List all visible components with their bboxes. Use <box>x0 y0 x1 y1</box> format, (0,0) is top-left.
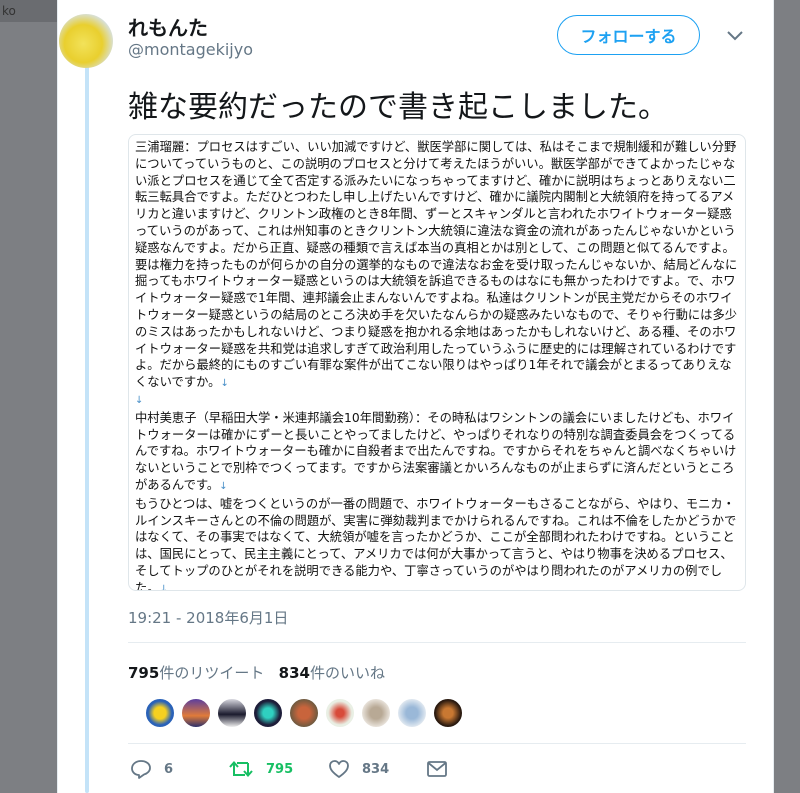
liker-avatar[interactable] <box>289 698 319 728</box>
retweet-button[interactable]: 795 <box>228 758 293 780</box>
tweet-stats: 795件のリツイート 834件のいいね <box>128 662 385 683</box>
tweet-text: 雑な要約だったので書き起こしました。 <box>128 90 668 125</box>
background-tab-fragment: ko <box>0 0 62 22</box>
liker-avatar[interactable] <box>217 698 247 728</box>
like-icon <box>329 760 349 778</box>
liker-avatar[interactable] <box>397 698 427 728</box>
display-name[interactable]: れもんた <box>128 12 208 41</box>
liker-avatar[interactable] <box>253 698 283 728</box>
liker-avatar[interactable] <box>145 698 175 728</box>
retweet-icon <box>229 760 253 778</box>
divider <box>128 743 746 744</box>
background-left <box>0 0 60 793</box>
chevron-down-icon[interactable] <box>725 28 745 44</box>
tweet-image[interactable]: 三浦瑠麗：プロセスはすごい、いい加減ですけど、獣医学部に関しては、私はそこまで規… <box>128 134 746 591</box>
retweet-stat[interactable]: 795件のリツイート <box>128 664 264 682</box>
background-right <box>770 0 800 793</box>
message-icon <box>427 761 447 777</box>
follow-button[interactable]: フォローする <box>557 15 700 55</box>
thread-line <box>85 62 89 793</box>
avatar[interactable] <box>59 14 113 68</box>
handle[interactable]: @montagekijyo <box>128 40 253 59</box>
reply-button[interactable]: 6 <box>130 758 173 780</box>
reply-icon <box>131 760 151 779</box>
liker-avatar[interactable] <box>361 698 391 728</box>
like-button[interactable]: 834 <box>328 758 389 780</box>
message-button[interactable] <box>426 758 448 780</box>
paragraph-break: ↓ <box>135 394 144 406</box>
liker-avatar[interactable] <box>433 698 463 728</box>
liker-avatar[interactable] <box>181 698 211 728</box>
liker-avatar[interactable] <box>325 698 355 728</box>
transcript-paragraph-3: もうひとつは、嘘をつくというのが一番の問題で、ホワイトウォーターもさることながら… <box>135 496 737 591</box>
transcript-paragraph-1: 三浦瑠麗：プロセスはすごい、いい加減ですけど、獣医学部に関しては、私はそこまで規… <box>135 140 738 390</box>
divider <box>128 642 746 643</box>
transcript-paragraph-2: 中村美恵子（早稲田大学・米連邦議会10年間勤務）：その時私はワシントンの議会にい… <box>135 410 737 492</box>
timestamp[interactable]: 19:21 - 2018年6月1日 <box>128 607 288 628</box>
like-stat[interactable]: 834件のいいね <box>279 664 385 682</box>
